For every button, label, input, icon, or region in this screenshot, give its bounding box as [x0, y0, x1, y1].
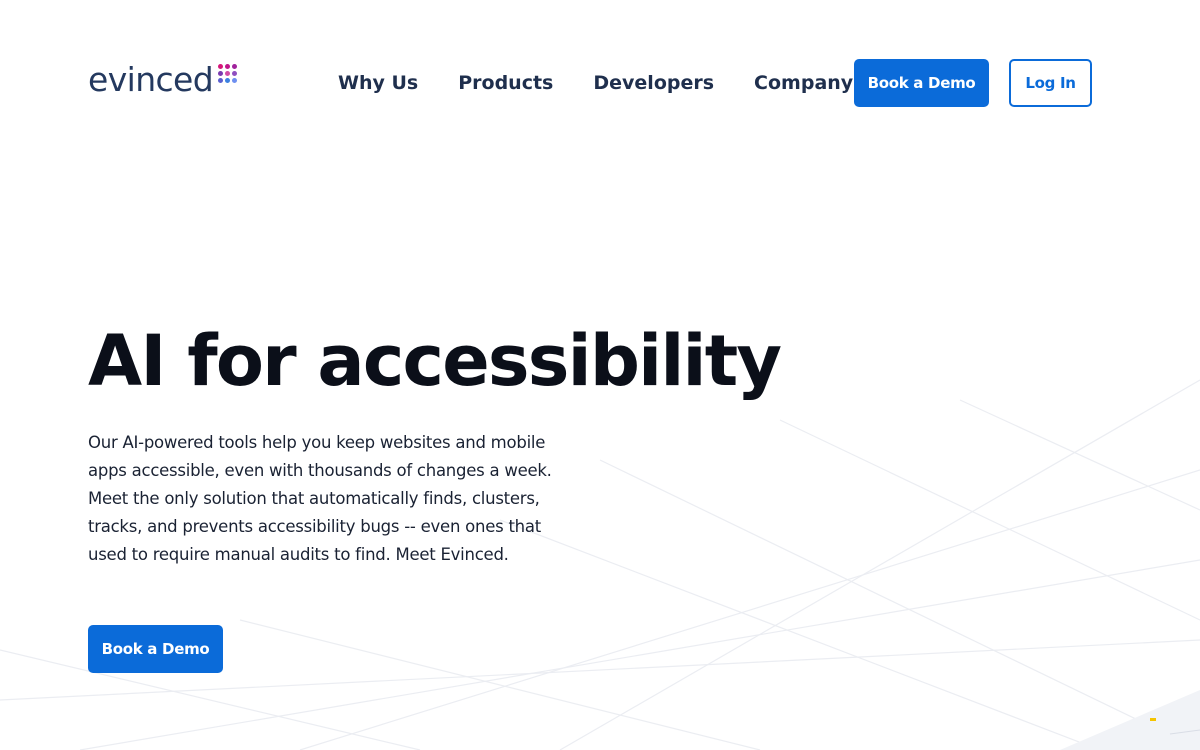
main-nav: Why Us Products Developers Company	[338, 70, 853, 96]
login-button[interactable]: Log In	[1009, 59, 1092, 107]
logo-dot	[218, 78, 224, 83]
header-book-demo-button[interactable]: Book a Demo	[854, 59, 989, 107]
product-preview-decoration	[1060, 690, 1200, 750]
hero-section: AI for accessibility Our AI-powered tool…	[88, 315, 788, 564]
hero-book-demo-button[interactable]: Book a Demo	[88, 625, 223, 673]
evinced-logo[interactable]: evinced	[88, 60, 238, 100]
logo-dot	[232, 64, 238, 69]
nav-item-why-us[interactable]: Why Us	[338, 72, 418, 94]
logo-dots-icon	[218, 64, 238, 83]
logo-dot	[232, 71, 238, 76]
nav-item-developers[interactable]: Developers	[593, 72, 714, 94]
logo-wordmark: evinced	[88, 60, 214, 99]
hero-title: AI for accessibility	[88, 320, 782, 402]
logo-dot	[225, 78, 231, 83]
logo-dot	[218, 64, 224, 69]
site-header: evinced Why Us Products Developers Compa…	[0, 0, 1200, 165]
nav-item-company[interactable]: Company	[754, 72, 853, 94]
logo-dot	[218, 71, 224, 76]
hero-description: Our AI-powered tools help you keep websi…	[88, 433, 552, 564]
nav-item-products[interactable]: Products	[458, 72, 553, 94]
page: evinced Why Us Products Developers Compa…	[0, 0, 1200, 750]
logo-dot	[225, 64, 231, 69]
logo-dot	[232, 78, 238, 83]
logo-dot	[225, 71, 231, 76]
